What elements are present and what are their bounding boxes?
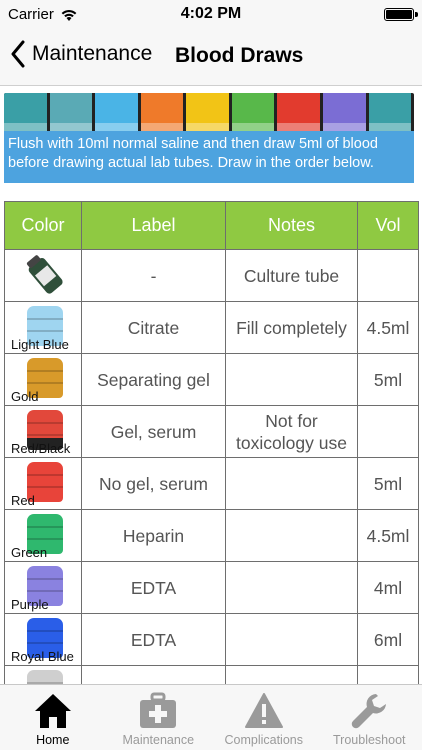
tab-troubleshoot-label: Troubleshoot [333, 733, 406, 747]
banner-tube-cap [4, 93, 47, 133]
notes-cell: Culture tube [225, 249, 358, 302]
vol-cell: 6ml [357, 613, 419, 666]
table-row: Gold Separating gel 5ml [4, 353, 419, 406]
notes-cell [225, 509, 358, 562]
color-name-label: Royal Blue [11, 649, 74, 664]
color-cell: Light Blue [4, 301, 82, 354]
vol-cell: 4ml [357, 561, 419, 614]
label-cell: - [81, 249, 226, 302]
color-cell: Royal Blue [4, 613, 82, 666]
banner-tube-cap [95, 93, 138, 133]
navigation-bar: Maintenance Blood Draws [0, 28, 422, 86]
vol-cell: 4.5ml [357, 301, 419, 354]
tab-maintenance-label: Maintenance [122, 733, 195, 747]
banner-tube-cap [140, 93, 184, 133]
table-row: Light Blue Citrate Fill completely 4.5ml [4, 301, 419, 354]
label-cell: Heparin [81, 509, 226, 562]
color-name-label: Red [11, 493, 35, 508]
blood-draw-table: Color Label Notes Vol - Culture tube Light… [4, 201, 419, 684]
warning-icon [244, 693, 283, 728]
vol-cell: 5ml [357, 353, 419, 406]
color-name-label: Gold [11, 389, 39, 404]
color-name-label: Purple [11, 597, 49, 612]
vol-cell: 5ml [357, 457, 419, 510]
tab-complications[interactable]: Complications [211, 685, 317, 750]
status-time: 4:02 PM [180, 5, 242, 22]
notes-cell: Fill completely [225, 301, 358, 354]
tab-home-label: Home [36, 733, 70, 747]
color-column-header: Color [4, 201, 82, 250]
battery-icon [384, 8, 418, 21]
medical-kit-icon [140, 692, 177, 728]
vol-column-header: Vol [357, 201, 419, 250]
notes-cell [225, 561, 358, 614]
vol-cell: 4.5ml [357, 509, 419, 562]
tab-home[interactable]: Home [0, 685, 106, 750]
table-row: Purple EDTA 4ml [4, 561, 419, 614]
page-title: Blood Draws [175, 44, 304, 67]
notes-column-header: Notes [225, 201, 358, 250]
vol-cell [357, 405, 419, 458]
tab-complications-label: Complications [224, 733, 303, 747]
banner-tube-cap [186, 93, 229, 133]
label-cell [81, 665, 226, 684]
vol-cell [357, 665, 419, 684]
color-cell: Red [4, 457, 82, 510]
gray-cap-icon [27, 670, 63, 684]
label-cell: Gel, serum [81, 405, 226, 458]
label-cell: Separating gel [81, 353, 226, 406]
status-bar: Carrier 4:02 PM [0, 0, 422, 28]
vol-cell [357, 249, 419, 302]
tab-maintenance[interactable]: Maintenance [106, 685, 212, 750]
notes-cell: Not for toxicology use [225, 405, 358, 458]
label-cell: Citrate [81, 301, 226, 354]
color-cell: Purple [4, 561, 82, 614]
back-button-label: Maintenance [32, 42, 153, 65]
back-button[interactable]: Maintenance [10, 40, 152, 68]
color-cell: Gold [4, 353, 82, 406]
color-cell: Red/Black [4, 405, 82, 458]
color-cell [4, 665, 82, 684]
table-row: Red/Black Gel, serum Not for toxicology us… [4, 405, 419, 458]
label-cell: EDTA [81, 613, 226, 666]
notes-cell [225, 353, 358, 406]
label-column-header: Label [81, 201, 226, 250]
label-cell: No gel, serum [81, 457, 226, 510]
home-icon [34, 694, 71, 728]
banner-tube-cap [277, 93, 320, 133]
color-name-label: Green [11, 545, 48, 560]
color-name-label: Red/Black [11, 441, 71, 456]
instructions-text: Flush with 10ml normal saline and then d… [4, 131, 414, 183]
tab-bar: Home Maintenance Complications Troublesh… [0, 684, 422, 750]
color-cell [4, 249, 82, 302]
content-scroll-area[interactable]: Flush with 10ml normal saline and then d… [0, 87, 422, 684]
notes-cell [225, 665, 358, 684]
color-name-label: Light Blue [11, 337, 69, 352]
tab-troubleshoot[interactable]: Troubleshoot [317, 685, 422, 750]
color-cell: Green [4, 509, 82, 562]
banner-tube-cap [231, 93, 275, 133]
table-row: Royal Blue EDTA 6ml [4, 613, 419, 666]
table-header-row: Color Label Notes Vol [4, 201, 419, 250]
tube-caps-banner-image [4, 93, 414, 133]
chevron-left-icon [11, 40, 25, 68]
notes-cell [225, 457, 358, 510]
table-row [4, 665, 419, 684]
wrench-icon [352, 694, 387, 729]
table-row: Green Heparin 4.5ml [4, 509, 419, 562]
banner-tube-cap [368, 93, 412, 133]
banner-tube-cap [322, 93, 366, 133]
label-cell: EDTA [81, 561, 226, 614]
culture-bottle-icon [26, 255, 63, 294]
notes-cell [225, 613, 358, 666]
table-row: - Culture tube [4, 249, 419, 302]
banner-tube-cap [49, 93, 93, 133]
table-row: Red No gel, serum 5ml [4, 457, 419, 510]
